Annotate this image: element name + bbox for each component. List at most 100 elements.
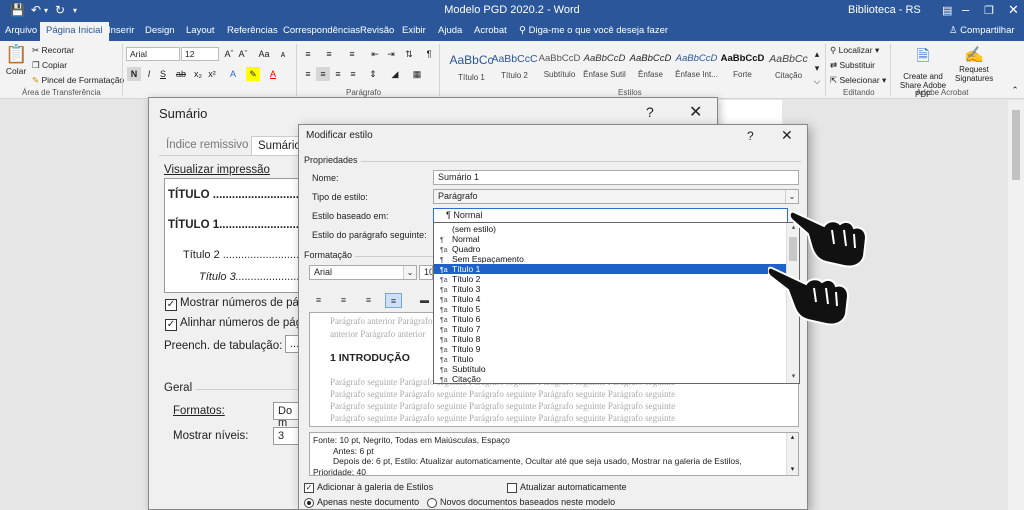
clear-format-icon[interactable]: ᴀ — [276, 47, 290, 61]
highlight-icon[interactable]: ✎ — [246, 67, 260, 81]
dropdown-item[interactable]: ¶a Citação — [434, 374, 786, 383]
only-this-document-radio[interactable] — [304, 498, 314, 508]
restore-icon[interactable]: ❐ — [984, 4, 994, 17]
new-documents-radio[interactable] — [427, 498, 437, 508]
change-case-icon[interactable]: Aa — [254, 47, 274, 61]
shading-icon[interactable]: ◢ — [388, 67, 402, 81]
borders-icon[interactable]: ▦ — [410, 67, 424, 81]
align-left-icon[interactable]: ≡ — [310, 293, 327, 308]
tab-exibir[interactable]: Exibir — [402, 25, 426, 36]
tab-referencias[interactable]: Referências — [227, 25, 278, 36]
help-icon[interactable]: ? — [646, 104, 654, 120]
close-window-icon[interactable]: ✕ — [1008, 2, 1019, 18]
line-spacing-icon[interactable]: ⇕ — [366, 67, 380, 81]
tell-me-box[interactable]: ⚲ Diga-me o que você deseja fazer — [519, 25, 668, 36]
font-name-select[interactable]: Arial ⌄ — [309, 265, 417, 280]
tab-arquivo[interactable]: Arquivo — [5, 25, 37, 36]
dropdown-item[interactable]: ¶a Título 6 — [434, 314, 786, 324]
dropdown-item[interactable]: ¶a Título 1 — [434, 263, 787, 275]
tab-indice-remissivo[interactable]: Índice remissivo — [160, 136, 254, 156]
dropdown-item[interactable]: ¶a Título 2 — [434, 274, 786, 284]
justify-icon[interactable]: ≡ — [346, 67, 360, 81]
format-painter-button[interactable]: ✎ Pincel de Formatação — [32, 75, 124, 86]
strikethrough-icon[interactable]: ab — [174, 67, 188, 81]
dropdown-item[interactable]: ¶ Sem Espaçamento — [434, 254, 786, 264]
numbering-icon[interactable]: ≡ — [322, 47, 336, 61]
scroll-down-icon[interactable]: ▾ — [787, 372, 799, 380]
align-page-numbers-checkbox[interactable]: ✓ — [165, 319, 177, 331]
dropdown-item[interactable]: ¶a Título 9 — [434, 344, 786, 354]
dropdown-item[interactable]: (sem estilo) — [434, 224, 786, 234]
dropdown-item[interactable]: ¶a Quadro — [434, 244, 786, 254]
align-center-icon[interactable]: ≡ — [335, 293, 352, 308]
dropdown-item[interactable]: ¶a Título 4 — [434, 294, 786, 304]
dropdown-item[interactable]: ¶a Título 7 — [434, 324, 786, 334]
font-name-box[interactable]: Arial — [126, 47, 180, 61]
cut-button[interactable]: ✂ Recortar — [32, 45, 74, 56]
minimize-icon[interactable]: – — [962, 2, 969, 17]
multilevel-list-icon[interactable]: ≡ — [345, 47, 359, 61]
dropdown-item[interactable]: ¶ Normal — [434, 234, 786, 244]
replace-button[interactable]: ⇄ Substituir — [830, 60, 875, 71]
show-marks-icon[interactable]: ¶ — [422, 47, 436, 61]
underline-icon[interactable]: S — [156, 67, 170, 81]
show-page-numbers-checkbox[interactable]: ✓ — [165, 299, 177, 311]
select-button[interactable]: ⇱ Selecionar ▾ — [830, 75, 886, 86]
bold-icon[interactable]: N — [127, 67, 141, 81]
align-left-icon[interactable]: ≡ — [301, 67, 315, 81]
styles-scroll-up-icon[interactable]: ▴ — [810, 47, 824, 61]
tab-revisao[interactable]: Revisão — [360, 25, 394, 36]
align-right-icon[interactable]: ≡ — [360, 293, 377, 308]
add-to-gallery-checkbox[interactable]: ✓ — [304, 483, 314, 493]
subscript-icon[interactable]: x₂ — [191, 67, 205, 81]
help-icon[interactable]: ? — [747, 129, 754, 143]
find-button[interactable]: ⚲ Localizar ▾ — [830, 45, 879, 56]
ribbon-options-icon[interactable]: ▤ — [942, 4, 952, 17]
dropdown-item[interactable]: ¶a Título — [434, 354, 786, 364]
increase-indent-icon[interactable]: ⇥ — [384, 47, 398, 61]
close-icon[interactable]: ✕ — [781, 127, 793, 144]
tab-pagina-inicial[interactable]: Página Inicial — [40, 22, 109, 41]
user-name[interactable]: Biblioteca - RS — [848, 4, 921, 16]
based-on-select[interactable]: ¶ Normal — [433, 208, 788, 223]
decrease-indent-icon[interactable]: ⇤ — [368, 47, 382, 61]
style-name-input[interactable]: Sumário 1 — [433, 170, 799, 185]
tab-layout[interactable]: Layout — [186, 25, 215, 36]
justify-icon[interactable]: ≡ — [385, 293, 402, 308]
align-right-icon[interactable]: ≡ — [331, 67, 345, 81]
dropdown-item[interactable]: ¶a Título 3 — [434, 284, 786, 294]
auto-update-checkbox[interactable] — [507, 483, 517, 493]
dropdown-item[interactable]: ¶a Título 8 — [434, 334, 786, 344]
bullets-icon[interactable]: ≡ — [301, 47, 315, 61]
collapse-ribbon-icon[interactable]: ⌃ — [1008, 83, 1022, 97]
paste-button[interactable]: 📋 Colar — [5, 44, 27, 84]
superscript-icon[interactable]: x² — [205, 67, 219, 81]
tab-acrobat[interactable]: Acrobat — [474, 25, 507, 36]
grow-font-icon[interactable]: Aˆ — [222, 47, 236, 61]
align-center-icon[interactable]: ≡ — [316, 67, 330, 81]
shrink-font-icon[interactable]: Aˇ — [236, 47, 250, 61]
vertical-scrollbar[interactable] — [1008, 100, 1024, 510]
sort-icon[interactable]: ⇅ — [402, 47, 416, 61]
line-spacing-icon[interactable]: ▬ — [416, 293, 433, 308]
tab-inserir[interactable]: Inserir — [108, 25, 134, 36]
request-signatures-button[interactable]: ✍ Request Signatures — [955, 45, 993, 83]
based-on-dropdown-list[interactable]: (sem estilo) ¶ Normal ¶a Quadro ¶ Sem Espaçame… — [433, 222, 800, 384]
style-type-select[interactable]: Parágrafo ⌄ — [433, 189, 799, 204]
styles-scroll-down-icon[interactable]: ▾ — [810, 61, 824, 75]
tab-correspondencias[interactable]: Correspondências — [283, 25, 360, 36]
styles-more-icon[interactable]: ⌵ — [810, 74, 824, 88]
share-button[interactable]: ♙ Compartilhar — [949, 25, 1015, 36]
style-citacao[interactable]: AaBbCc Citação — [760, 47, 817, 87]
tab-design[interactable]: Design — [145, 25, 175, 36]
close-icon[interactable]: ✕ — [689, 102, 702, 122]
description-scrollbar[interactable]: ▴ ▾ — [786, 433, 798, 475]
text-effects-icon[interactable]: A — [226, 67, 240, 81]
italic-icon[interactable]: I — [142, 67, 156, 81]
font-size-select[interactable]: 10 — [419, 265, 433, 280]
font-color-icon[interactable]: A — [266, 67, 280, 81]
tab-ajuda[interactable]: Ajuda — [438, 25, 462, 36]
scroll-thumb[interactable] — [1012, 110, 1020, 180]
copy-button[interactable]: ❐ Copiar — [32, 60, 67, 71]
font-size-box[interactable]: 12 — [181, 47, 219, 61]
